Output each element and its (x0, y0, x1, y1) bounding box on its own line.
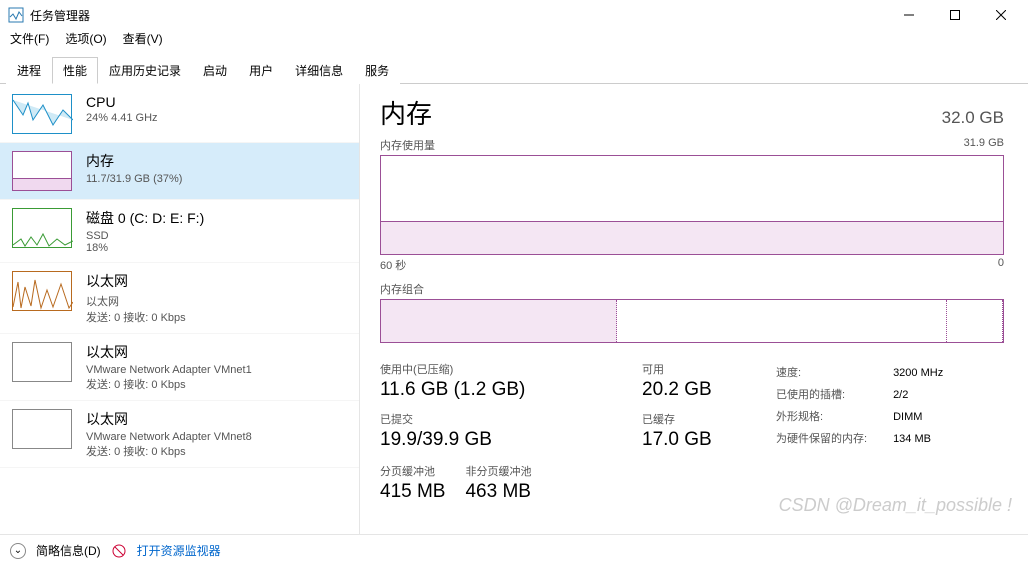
window-title: 任务管理器 (30, 7, 886, 24)
tab-details[interactable]: 详细信息 (284, 57, 354, 84)
chevron-down-icon[interactable]: ⌄ (10, 543, 26, 559)
brief-info-link[interactable]: 简略信息(D) (36, 542, 101, 559)
tab-users[interactable]: 用户 (238, 57, 284, 84)
stat-in-use: 11.6 GB (1.2 GB) (380, 379, 630, 401)
sidebar-item-label: 以太网 (86, 342, 252, 362)
resmon-icon (111, 543, 127, 559)
spec-reserved: 134 MB (893, 429, 943, 449)
minimize-button[interactable] (886, 0, 932, 30)
stat-cached: 17.0 GB (642, 429, 762, 451)
spec-form: DIMM (893, 407, 943, 427)
footer: ⌄ 简略信息(D) 打开资源监视器 (0, 534, 1028, 566)
open-resmon-link[interactable]: 打开资源监视器 (137, 542, 221, 559)
spec-slots: 2/2 (893, 385, 943, 405)
sidebar-item-label: 以太网 (86, 409, 252, 429)
composition-label: 内存组合 (380, 281, 1004, 297)
sidebar-item-cpu[interactable]: CPU24% 4.41 GHz (0, 86, 359, 143)
stat-available: 20.2 GB (642, 379, 762, 401)
sidebar-item-label: 内存 (86, 151, 182, 171)
ethernet-thumb-icon (12, 342, 72, 382)
sidebar-item-label: 磁盘 0 (C: D: E: F:) (86, 208, 204, 228)
memory-usage-chart (380, 155, 1004, 255)
stat-paged: 415 MB (380, 481, 445, 503)
sidebar-item-label: CPU (86, 94, 158, 110)
maximize-button[interactable] (932, 0, 978, 30)
ethernet-thumb-icon (12, 409, 72, 449)
cpu-thumb-icon (12, 94, 72, 134)
page-title: 内存 (380, 94, 432, 131)
tabs: 进程 性能 应用历史记录 启动 用户 详细信息 服务 (0, 56, 1028, 84)
menubar: 文件(F) 选项(O) 查看(V) (0, 30, 1028, 50)
memory-composition-chart (380, 299, 1004, 343)
sidebar-item-disk[interactable]: 磁盘 0 (C: D: E: F:)SSD18% (0, 200, 359, 263)
memory-capacity: 32.0 GB (942, 108, 1004, 128)
sidebar-item-ethernet-1[interactable]: 以太网以太网发送: 0 接收: 0 Kbps (0, 263, 359, 334)
sidebar-item-memory[interactable]: 内存11.7/31.9 GB (37%) (0, 143, 359, 200)
axis-left: 60 秒 (380, 257, 406, 273)
memory-thumb-icon (12, 151, 72, 191)
tab-startup[interactable]: 启动 (192, 57, 238, 84)
menu-options[interactable]: 选项(O) (65, 30, 106, 50)
ethernet-thumb-icon (12, 271, 72, 311)
sidebar-item-ethernet-2[interactable]: 以太网VMware Network Adapter VMnet1发送: 0 接收… (0, 334, 359, 401)
tab-services[interactable]: 服务 (354, 57, 400, 84)
spec-speed: 3200 MHz (893, 363, 943, 383)
menu-file[interactable]: 文件(F) (10, 30, 49, 50)
spec-table: 速度:3200 MHz 已使用的插槽:2/2 外形规格:DIMM 为硬件保留的内… (774, 361, 945, 451)
tab-processes[interactable]: 进程 (6, 57, 52, 84)
menu-view[interactable]: 查看(V) (123, 30, 163, 50)
chart-usage-label: 内存使用量 (380, 137, 435, 153)
stat-committed: 19.9/39.9 GB (380, 429, 630, 451)
sidebar[interactable]: CPU24% 4.41 GHz 内存11.7/31.9 GB (37%) 磁盘 … (0, 84, 360, 534)
app-icon (8, 7, 24, 23)
titlebar: 任务管理器 (0, 0, 1028, 30)
tab-performance[interactable]: 性能 (52, 57, 98, 84)
main-panel: 内存 32.0 GB 内存使用量31.9 GB 60 秒0 内存组合 使用中(已… (360, 84, 1028, 534)
chart-usage-max: 31.9 GB (964, 137, 1004, 153)
watermark: CSDN @Dream_it_possible ! (779, 495, 1012, 516)
close-button[interactable] (978, 0, 1024, 30)
stat-nonpaged: 463 MB (465, 481, 531, 503)
tab-app-history[interactable]: 应用历史记录 (98, 57, 192, 84)
disk-thumb-icon (12, 208, 72, 248)
sidebar-item-ethernet-3[interactable]: 以太网VMware Network Adapter VMnet8发送: 0 接收… (0, 401, 359, 468)
axis-right: 0 (998, 257, 1004, 273)
sidebar-item-label: 以太网 (86, 271, 186, 291)
